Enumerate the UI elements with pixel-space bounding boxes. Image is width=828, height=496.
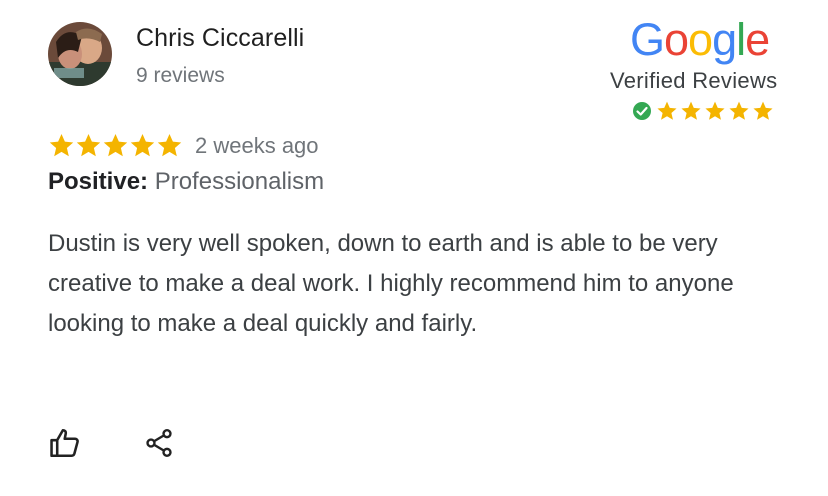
positive-label: Positive: xyxy=(48,168,149,195)
share-icon xyxy=(146,429,172,457)
star-icon xyxy=(705,101,725,120)
google-logo-letter: l xyxy=(736,14,746,65)
google-logo-letter: e xyxy=(745,14,770,65)
star-icon xyxy=(729,101,749,120)
reviewer-review-count: 9 reviews xyxy=(136,64,225,87)
avatar-photo xyxy=(48,22,112,86)
like-button[interactable] xyxy=(46,424,84,462)
review-star-rating xyxy=(48,132,183,159)
review-age: 2 weeks ago xyxy=(195,132,319,158)
thumbs-up-icon xyxy=(50,428,79,458)
avatar xyxy=(48,22,112,86)
share-button[interactable] xyxy=(140,424,178,462)
reviewer-name[interactable]: Chris Ciccarelli xyxy=(136,24,304,53)
star-icon xyxy=(103,134,128,157)
star-icon xyxy=(130,134,155,157)
star-icon xyxy=(657,101,677,120)
verified-check-icon xyxy=(633,102,651,120)
google-logo-letter: G xyxy=(630,14,665,65)
badge-star-rating xyxy=(632,100,774,122)
badge-subtitle: Verified Reviews xyxy=(610,68,778,93)
review-rating-row: 2 weeks ago xyxy=(48,132,319,159)
google-logo: Google xyxy=(630,14,770,65)
google-logo-letter: o xyxy=(688,14,713,65)
star-icon xyxy=(157,134,182,157)
positive-value: Professionalism xyxy=(154,168,325,195)
star-icon xyxy=(753,101,773,120)
google-verified-badge: Google Verified Reviews xyxy=(600,14,808,132)
google-logo-letter: o xyxy=(664,14,689,65)
star-icon xyxy=(76,134,101,157)
review-text: Dustin is very well spoken, down to eart… xyxy=(48,230,734,337)
review-positive-row: Positive: Professionalism xyxy=(48,168,324,196)
star-icon xyxy=(681,101,701,120)
google-logo-letter: g xyxy=(712,14,737,65)
google-logo-text: Google xyxy=(630,14,770,65)
star-icon xyxy=(49,134,74,157)
